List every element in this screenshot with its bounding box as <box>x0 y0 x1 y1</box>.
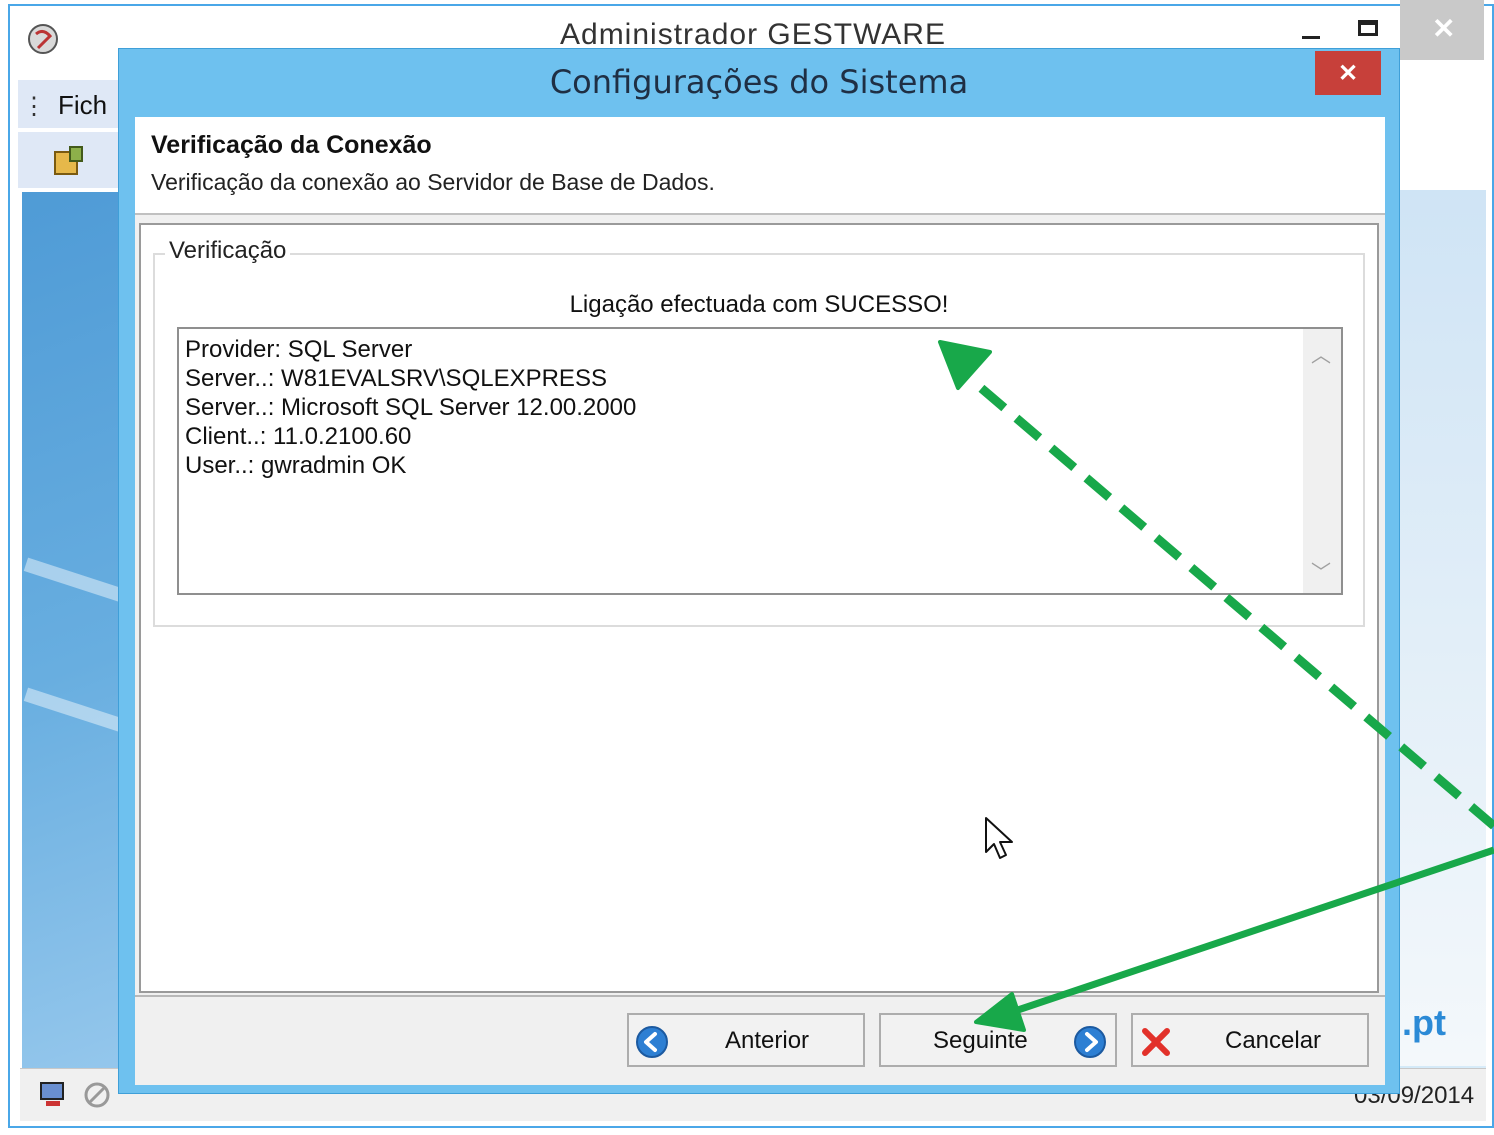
wizard-footer: Anterior Seguinte Cancelar <box>135 995 1385 1085</box>
red-x-icon <box>1142 1028 1170 1056</box>
group-legend: Verificação <box>165 237 291 265</box>
parent-window-title: Administrador GESTWARE <box>560 18 946 51</box>
connection-details-textarea[interactable]: Provider: SQL Server Server..: W81EVALSR… <box>177 327 1343 595</box>
close-icon: ✕ <box>1337 59 1359 87</box>
parent-close-button[interactable]: ✕ <box>1400 0 1484 60</box>
details-line: Provider: SQL Server <box>185 336 413 363</box>
chevron-up-icon[interactable]: ︿ <box>1311 339 1331 368</box>
details-line: User..: gwradmin OK <box>185 452 407 479</box>
details-line: Client..: 11.0.2100.60 <box>185 423 412 450</box>
connection-status: Ligação efectuada com SUCESSO! <box>569 291 949 318</box>
cancel-button-label: Cancelar <box>1225 1027 1322 1054</box>
details-text: Provider: SQL Server Server..: W81EVALSR… <box>185 335 636 480</box>
wizard-content: Verificação Ligação efectuada com SUCESS… <box>139 223 1379 993</box>
computer-icon <box>40 1082 64 1106</box>
arrow-right-circle-icon <box>1074 1026 1106 1058</box>
chevron-down-icon[interactable]: ﹀ <box>1311 556 1331 585</box>
menu-item-file[interactable]: Fich <box>58 90 107 121</box>
previous-button[interactable]: Anterior <box>627 1013 865 1067</box>
step-title: Verificação da Conexão <box>151 131 432 159</box>
dialog-title: Configurações do Sistema <box>549 63 969 101</box>
wizard-header: Verificação da Conexão Verificação da co… <box>135 117 1385 215</box>
verification-group: Verificação Ligação efectuada com SUCESS… <box>153 237 1365 627</box>
dialog-close-button[interactable]: ✕ <box>1315 51 1381 95</box>
next-button[interactable]: Seguinte <box>879 1013 1117 1067</box>
dialog-body: Verificação da Conexão Verificação da co… <box>135 117 1385 1085</box>
close-icon: ✕ <box>1432 13 1456 44</box>
details-line: Server..: Microsoft SQL Server 12.00.200… <box>185 394 637 421</box>
brand-text: .pt <box>1402 1002 1446 1043</box>
previous-button-label: Anterior <box>725 1027 810 1054</box>
system-config-dialog: Configurações do Sistema ✕ Verificação d… <box>118 48 1400 1094</box>
grip-icon: ⋮ <box>22 93 46 120</box>
app-icon <box>28 24 58 54</box>
toolbar-tools-icon[interactable] <box>52 144 86 178</box>
mouse-cursor-icon <box>985 817 1013 859</box>
blocked-icon <box>84 1082 110 1108</box>
arrow-left-circle-icon <box>636 1026 668 1058</box>
maximize-button[interactable] <box>1340 0 1400 52</box>
minimize-button[interactable] <box>1280 0 1340 52</box>
cancel-button[interactable]: Cancelar <box>1131 1013 1369 1067</box>
vertical-scrollbar[interactable]: ︿ ﹀ <box>1303 329 1341 593</box>
details-line: Server..: W81EVALSRV\SQLEXPRESS <box>185 365 607 392</box>
step-subtitle: Verificação da conexão ao Servidor de Ba… <box>151 169 715 195</box>
parent-side-panel <box>1398 190 1486 1066</box>
next-button-label: Seguinte <box>933 1027 1028 1054</box>
